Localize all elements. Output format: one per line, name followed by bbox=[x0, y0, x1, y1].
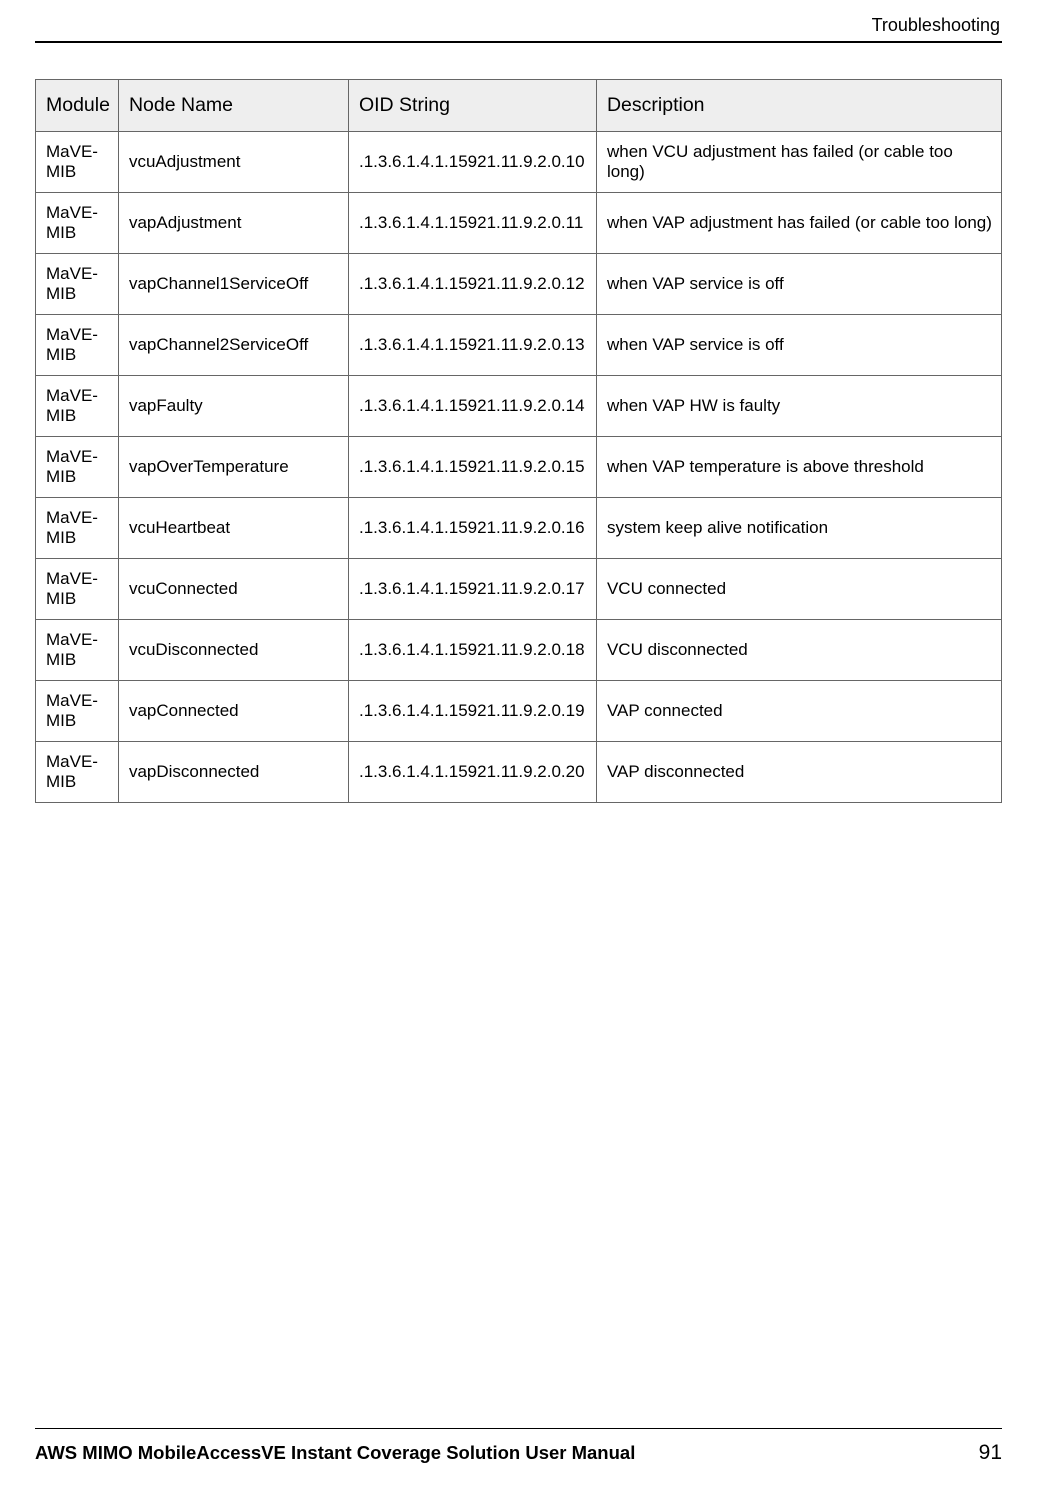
td-desc: when VAP service is off bbox=[596, 254, 1001, 315]
footer-page-number: 91 bbox=[979, 1441, 1002, 1465]
table-row: MaVE-MIBvapChannel2ServiceOff.1.3.6.1.4.… bbox=[36, 315, 1002, 376]
td-oid: .1.3.6.1.4.1.15921.11.9.2.0.10 bbox=[348, 132, 596, 193]
td-module: MaVE-MIB bbox=[36, 559, 119, 620]
td-oid: .1.3.6.1.4.1.15921.11.9.2.0.20 bbox=[348, 742, 596, 803]
table-row: MaVE-MIBvapDisconnected.1.3.6.1.4.1.1592… bbox=[36, 742, 1002, 803]
th-description: Description bbox=[596, 80, 1001, 132]
table-row: MaVE-MIBvapFaulty.1.3.6.1.4.1.15921.11.9… bbox=[36, 376, 1002, 437]
td-oid: .1.3.6.1.4.1.15921.11.9.2.0.18 bbox=[348, 620, 596, 681]
td-desc: VAP disconnected bbox=[596, 742, 1001, 803]
table-row: MaVE-MIBvcuDisconnected.1.3.6.1.4.1.1592… bbox=[36, 620, 1002, 681]
td-oid: .1.3.6.1.4.1.15921.11.9.2.0.16 bbox=[348, 498, 596, 559]
td-node: vapOverTemperature bbox=[118, 437, 348, 498]
td-module: MaVE-MIB bbox=[36, 315, 119, 376]
td-oid: .1.3.6.1.4.1.15921.11.9.2.0.17 bbox=[348, 559, 596, 620]
th-module: Module bbox=[36, 80, 119, 132]
td-oid: .1.3.6.1.4.1.15921.11.9.2.0.12 bbox=[348, 254, 596, 315]
td-node: vcuConnected bbox=[118, 559, 348, 620]
th-node-name: Node Name bbox=[118, 80, 348, 132]
td-module: MaVE-MIB bbox=[36, 193, 119, 254]
td-module: MaVE-MIB bbox=[36, 376, 119, 437]
td-oid: .1.3.6.1.4.1.15921.11.9.2.0.19 bbox=[348, 681, 596, 742]
td-desc: system keep alive notification bbox=[596, 498, 1001, 559]
td-desc: when VCU adjustment has failed (or cable… bbox=[596, 132, 1001, 193]
td-desc: when VAP HW is faulty bbox=[596, 376, 1001, 437]
table-row: MaVE-MIBvapConnected.1.3.6.1.4.1.15921.1… bbox=[36, 681, 1002, 742]
td-module: MaVE-MIB bbox=[36, 254, 119, 315]
td-node: vcuHeartbeat bbox=[118, 498, 348, 559]
td-node: vcuDisconnected bbox=[118, 620, 348, 681]
table-row: MaVE-MIBvapOverTemperature.1.3.6.1.4.1.1… bbox=[36, 437, 1002, 498]
header-section: Troubleshooting bbox=[35, 15, 1002, 41]
td-node: vapFaulty bbox=[118, 376, 348, 437]
td-desc: when VAP temperature is above threshold bbox=[596, 437, 1001, 498]
table-row: MaVE-MIBvcuHeartbeat.1.3.6.1.4.1.15921.1… bbox=[36, 498, 1002, 559]
td-module: MaVE-MIB bbox=[36, 498, 119, 559]
td-oid: .1.3.6.1.4.1.15921.11.9.2.0.15 bbox=[348, 437, 596, 498]
td-desc: when VAP adjustment has failed (or cable… bbox=[596, 193, 1001, 254]
footer-title: AWS MIMO MobileAccessVE Instant Coverage… bbox=[35, 1442, 635, 1464]
td-module: MaVE-MIB bbox=[36, 681, 119, 742]
td-module: MaVE-MIB bbox=[36, 437, 119, 498]
table-row: MaVE-MIBvcuAdjustment.1.3.6.1.4.1.15921.… bbox=[36, 132, 1002, 193]
td-node: vapChannel1ServiceOff bbox=[118, 254, 348, 315]
td-oid: .1.3.6.1.4.1.15921.11.9.2.0.14 bbox=[348, 376, 596, 437]
th-oid-string: OID String bbox=[348, 80, 596, 132]
header-rule bbox=[35, 41, 1002, 43]
td-node: vapChannel2ServiceOff bbox=[118, 315, 348, 376]
table-row: MaVE-MIBvapAdjustment.1.3.6.1.4.1.15921.… bbox=[36, 193, 1002, 254]
table-row: MaVE-MIBvcuConnected.1.3.6.1.4.1.15921.1… bbox=[36, 559, 1002, 620]
td-node: vapConnected bbox=[118, 681, 348, 742]
td-desc: VAP connected bbox=[596, 681, 1001, 742]
td-node: vcuAdjustment bbox=[118, 132, 348, 193]
td-node: vapAdjustment bbox=[118, 193, 348, 254]
td-desc: VCU disconnected bbox=[596, 620, 1001, 681]
td-node: vapDisconnected bbox=[118, 742, 348, 803]
td-desc: when VAP service is off bbox=[596, 315, 1001, 376]
td-oid: .1.3.6.1.4.1.15921.11.9.2.0.13 bbox=[348, 315, 596, 376]
table-row: MaVE-MIBvapChannel1ServiceOff.1.3.6.1.4.… bbox=[36, 254, 1002, 315]
td-module: MaVE-MIB bbox=[36, 742, 119, 803]
footer-rule bbox=[35, 1428, 1002, 1429]
td-oid: .1.3.6.1.4.1.15921.11.9.2.0.11 bbox=[348, 193, 596, 254]
table-header-row: Module Node Name OID String Description bbox=[36, 80, 1002, 132]
td-module: MaVE-MIB bbox=[36, 132, 119, 193]
oid-table: Module Node Name OID String Description … bbox=[35, 79, 1002, 803]
td-module: MaVE-MIB bbox=[36, 620, 119, 681]
footer: AWS MIMO MobileAccessVE Instant Coverage… bbox=[35, 1428, 1002, 1495]
td-desc: VCU connected bbox=[596, 559, 1001, 620]
